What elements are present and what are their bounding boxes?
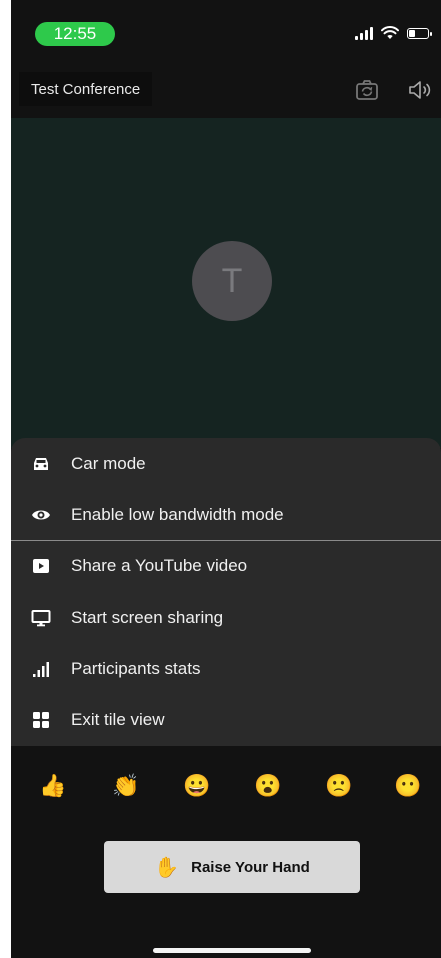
car-icon: [34, 458, 48, 470]
participant-avatar: T: [192, 241, 272, 321]
thumbs-up-icon[interactable]: 👍: [33, 766, 73, 806]
silent-face-icon[interactable]: 😶: [388, 766, 428, 806]
participant-video-tile[interactable]: T: [11, 118, 441, 448]
camera-switch-icon[interactable]: [354, 79, 380, 101]
monitor-icon: [31, 610, 51, 627]
menu-item-label: Car mode: [71, 454, 146, 473]
grinning-face-icon[interactable]: 😀: [177, 766, 217, 806]
menu-item-screen-sharing[interactable]: Start screen sharing: [11, 593, 441, 643]
clapping-hands-icon[interactable]: 👏: [106, 766, 146, 806]
menu-item-label: Start screen sharing: [71, 608, 224, 627]
status-time: 12:55: [35, 22, 115, 46]
cellular-signal-icon: [355, 26, 373, 40]
speaker-icon[interactable]: [406, 79, 432, 101]
youtube-play-icon: [33, 559, 49, 573]
menu-item-label: Enable low bandwidth mode: [71, 505, 284, 524]
home-indicator[interactable]: [153, 948, 311, 953]
menu-item-share-youtube[interactable]: Share a YouTube video: [11, 541, 441, 591]
menu-item-label: Participants stats: [71, 659, 201, 678]
more-options-menu: Car mode Enable low bandwidth mode Share…: [11, 438, 441, 746]
menu-item-car-mode[interactable]: Car mode: [11, 439, 441, 489]
conference-title: Test Conference: [19, 72, 153, 106]
menu-item-exit-tile-view[interactable]: Exit tile view: [11, 695, 441, 745]
tile-grid-icon: [33, 712, 49, 728]
battery-icon: [407, 27, 432, 39]
reactions-bar: 👍 👏 😀 😮 🙁 😶: [11, 766, 441, 818]
raise-hand-button[interactable]: ✋ Raise Your Hand: [104, 841, 360, 893]
app-screen: 12:55 Test Conference T Car mode Enable …: [11, 0, 441, 958]
stats-bars-icon: [33, 662, 49, 677]
menu-item-participants-stats[interactable]: Participants stats: [11, 644, 441, 694]
raised-hand-icon: ✋: [154, 856, 180, 879]
status-bar: 12:55: [11, 0, 441, 48]
status-icons: [355, 26, 432, 40]
conference-toolbar: Test Conference: [11, 70, 441, 118]
menu-item-label: Exit tile view: [71, 710, 165, 729]
menu-item-low-bandwidth[interactable]: Enable low bandwidth mode: [11, 490, 441, 540]
menu-item-label: Share a YouTube video: [71, 556, 248, 575]
sad-face-icon[interactable]: 🙁: [319, 766, 359, 806]
raise-hand-label: Raise Your Hand: [191, 858, 310, 876]
battery-level-fill: [409, 29, 415, 37]
eye-icon: [32, 510, 50, 520]
surprised-face-icon[interactable]: 😮: [248, 766, 288, 806]
wifi-icon: [381, 26, 399, 39]
